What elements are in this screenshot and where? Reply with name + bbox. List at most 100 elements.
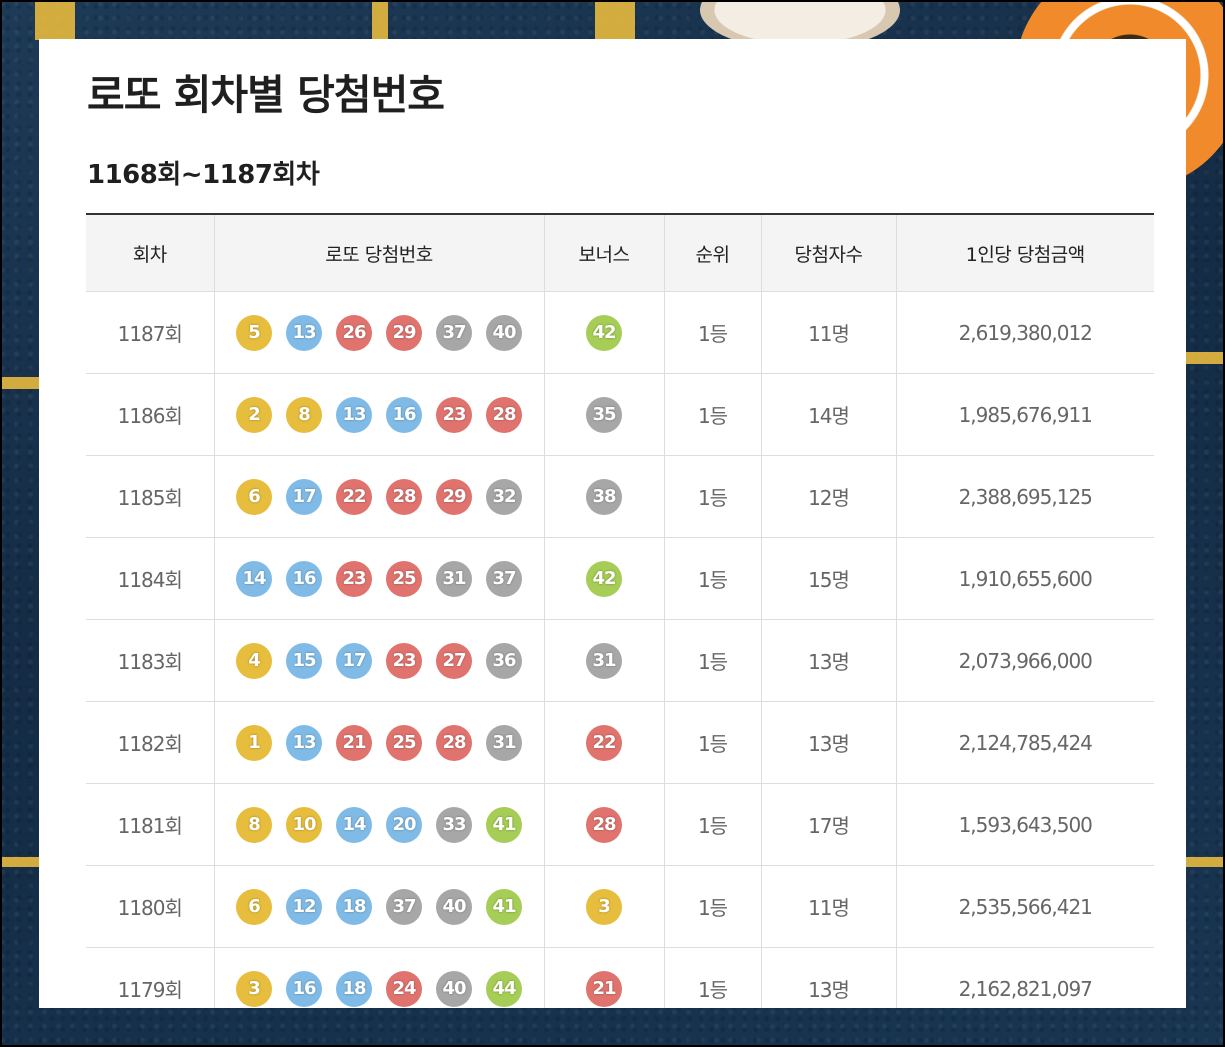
round-cell: 1186회 [86, 373, 215, 456]
lotto-ball: 31 [436, 560, 472, 597]
winners-cell: 13명 [760, 701, 897, 784]
winning-numbers-cell: 6 12 18 37 40 41 [213, 865, 545, 948]
lotto-ball: 22 [336, 478, 372, 515]
round-range-subtitle: 1168회~1187회차 [87, 160, 320, 190]
lotto-ball: 25 [386, 560, 422, 597]
lotto-ball: 4 [236, 642, 272, 679]
winners-cell: 11명 [760, 865, 897, 948]
prize-amount-cell: 2,073,966,000 [895, 619, 1154, 702]
lotto-balls: 14 16 23 25 31 37 [216, 560, 543, 597]
bonus-ball: 42 [586, 560, 622, 597]
bonus-ball-wrap: 38 [546, 478, 663, 515]
round-cell: 1183회 [86, 619, 215, 702]
lotto-ball: 28 [436, 724, 472, 761]
lotto-ball: 28 [386, 478, 422, 515]
bonus-ball: 38 [586, 478, 622, 515]
prize-amount-cell: 2,535,566,421 [895, 865, 1154, 948]
lotto-ball: 26 [336, 314, 372, 351]
round-cell: 1180회 [86, 865, 215, 948]
bonus-cell: 28 [543, 783, 665, 866]
winning-numbers-cell: 2 8 13 16 23 28 [213, 373, 545, 456]
lotto-ball: 16 [386, 396, 422, 433]
lotto-ball: 41 [486, 806, 522, 843]
round-cell: 1179회 [86, 947, 215, 1008]
table-row: 1184회 14 16 23 25 31 37 42 1등 15명 1,910,655,600 [86, 537, 1154, 620]
column-header-numbers: 로또 당첨번호 [213, 214, 545, 292]
round-cell: 1184회 [86, 537, 215, 620]
bonus-ball-wrap: 31 [546, 642, 663, 679]
bonus-ball-wrap: 42 [546, 560, 663, 597]
lotto-ball: 40 [486, 314, 522, 351]
column-header-bonus: 보너스 [543, 214, 665, 292]
lotto-ball: 16 [286, 560, 322, 597]
table-row: 1182회 1 13 21 25 28 31 22 1등 13명 2,124,785,424 [86, 701, 1154, 784]
lotto-ball: 1 [236, 724, 272, 761]
lotto-ball: 13 [286, 314, 322, 351]
winners-cell: 11명 [760, 291, 897, 374]
winners-cell: 12명 [760, 455, 897, 538]
bonus-ball: 42 [586, 314, 622, 351]
background-decoration [0, 377, 39, 389]
bonus-ball-wrap: 35 [546, 396, 663, 433]
rank-cell: 1등 [663, 947, 762, 1008]
lotto-balls: 3 16 18 24 40 44 [216, 970, 543, 1007]
lotto-balls: 6 17 22 28 29 32 [216, 478, 543, 515]
rank-cell: 1등 [663, 373, 762, 456]
background-decoration [1186, 352, 1225, 364]
lotto-ball: 17 [286, 478, 322, 515]
winners-cell: 13명 [760, 947, 897, 1008]
lotto-ball: 17 [336, 642, 372, 679]
winning-numbers-cell: 3 16 18 24 40 44 [213, 947, 545, 1008]
lotto-ball: 36 [486, 642, 522, 679]
page-title: 로또 회차별 당첨번호 [87, 71, 445, 119]
winning-numbers-cell: 4 15 17 23 27 36 [213, 619, 545, 702]
lotto-ball: 23 [336, 560, 372, 597]
bonus-ball-wrap: 3 [546, 888, 663, 925]
bonus-cell: 31 [543, 619, 665, 702]
lotto-ball: 23 [436, 396, 472, 433]
winners-cell: 13명 [760, 619, 897, 702]
lotto-ball: 25 [386, 724, 422, 761]
winning-numbers-cell: 1 13 21 25 28 31 [213, 701, 545, 784]
lotto-ball: 10 [286, 806, 322, 843]
background-decoration [0, 857, 39, 867]
prize-amount-cell: 2,388,695,125 [895, 455, 1154, 538]
rank-cell: 1등 [663, 455, 762, 538]
lotto-ball: 29 [436, 478, 472, 515]
lotto-ball: 8 [236, 806, 272, 843]
background-decoration [595, 0, 635, 39]
lotto-ball: 33 [436, 806, 472, 843]
prize-amount-cell: 1,593,643,500 [895, 783, 1154, 866]
lotto-ball: 18 [336, 888, 372, 925]
lotto-ball: 16 [286, 970, 322, 1007]
lotto-balls: 6 12 18 37 40 41 [216, 888, 543, 925]
table-row: 1185회 6 17 22 28 29 32 38 1등 12명 2,388,695,125 [86, 455, 1154, 538]
table-row: 1179회 3 16 18 24 40 44 21 1등 13명 2,162,821,097 [86, 947, 1154, 1008]
lotto-ball: 5 [236, 314, 272, 351]
lotto-ball: 40 [436, 970, 472, 1007]
bonus-ball: 21 [586, 970, 622, 1007]
lotto-ball: 6 [236, 888, 272, 925]
bonus-ball-wrap: 21 [546, 970, 663, 1007]
winners-cell: 14명 [760, 373, 897, 456]
round-cell: 1182회 [86, 701, 215, 784]
table-row: 1186회 2 8 13 16 23 28 35 1등 14명 1,985,676,911 [86, 373, 1154, 456]
lotto-ball: 21 [336, 724, 372, 761]
lotto-balls: 5 13 26 29 37 40 [216, 314, 543, 351]
lotto-ball: 32 [486, 478, 522, 515]
winning-numbers-cell: 14 16 23 25 31 37 [213, 537, 545, 620]
lotto-balls: 4 15 17 23 27 36 [216, 642, 543, 679]
prize-amount-cell: 1,985,676,911 [895, 373, 1154, 456]
round-cell: 1181회 [86, 783, 215, 866]
bonus-ball: 28 [586, 806, 622, 843]
rank-cell: 1등 [663, 291, 762, 374]
rank-cell: 1등 [663, 701, 762, 784]
lotto-ball: 2 [236, 396, 272, 433]
bonus-cell: 38 [543, 455, 665, 538]
lotto-ball: 28 [486, 396, 522, 433]
column-header-round: 회차 [86, 214, 215, 292]
round-cell: 1187회 [86, 291, 215, 374]
lotto-ball: 8 [286, 396, 322, 433]
lotto-ball: 40 [436, 888, 472, 925]
bonus-cell: 3 [543, 865, 665, 948]
